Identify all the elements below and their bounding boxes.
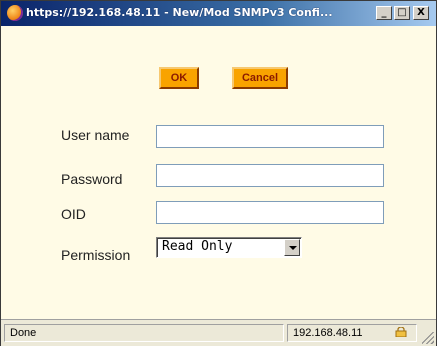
firefox-icon bbox=[7, 5, 23, 21]
popup-window: https://192.168.48.11 - New/Mod SNMPv3 C… bbox=[0, 0, 437, 346]
oid-label: OID bbox=[61, 206, 86, 222]
chevron-down-icon[interactable] bbox=[284, 239, 300, 256]
maximize-button[interactable]: □ bbox=[394, 6, 410, 20]
form-content: OK Cancel User name Password OID Permiss… bbox=[1, 26, 436, 319]
password-field[interactable] bbox=[156, 164, 384, 187]
ok-button[interactable]: OK bbox=[159, 67, 199, 89]
lock-icon[interactable] bbox=[395, 327, 407, 337]
cancel-button[interactable]: Cancel bbox=[232, 67, 288, 89]
user-name-field[interactable] bbox=[156, 125, 384, 148]
maximize-icon: □ bbox=[397, 7, 407, 18]
resize-grip-icon[interactable] bbox=[422, 332, 434, 344]
permission-selected-value: Read Only bbox=[162, 239, 233, 254]
close-button[interactable]: X bbox=[413, 6, 429, 20]
close-icon: X bbox=[417, 7, 425, 18]
user-name-label: User name bbox=[61, 127, 130, 143]
window-title: https://192.168.48.11 - New/Mod SNMPv3 C… bbox=[26, 6, 333, 19]
title-bar[interactable]: https://192.168.48.11 - New/Mod SNMPv3 C… bbox=[1, 1, 436, 26]
oid-field[interactable] bbox=[156, 201, 384, 224]
permission-select[interactable]: Read Only bbox=[156, 237, 302, 258]
minimize-button[interactable]: _ bbox=[376, 6, 392, 20]
permission-label: Permission bbox=[61, 247, 131, 263]
minimize-icon: _ bbox=[381, 7, 387, 18]
status-bar: Done 192.168.48.11 bbox=[1, 319, 436, 346]
status-text: Done bbox=[4, 324, 284, 342]
password-label: Password bbox=[61, 171, 123, 187]
status-host-cell: 192.168.48.11 bbox=[287, 324, 417, 342]
status-host: 192.168.48.11 bbox=[293, 327, 363, 339]
